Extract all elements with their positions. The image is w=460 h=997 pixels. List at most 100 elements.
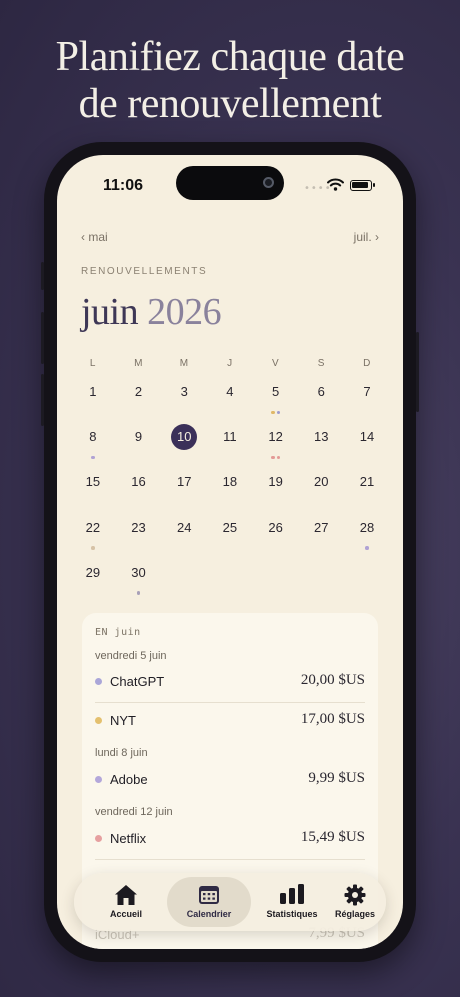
calendar-day[interactable]: 7 xyxy=(344,379,390,424)
home-icon xyxy=(115,885,137,905)
calendar-day[interactable]: 25 xyxy=(207,515,253,560)
renewal-dot xyxy=(365,546,369,550)
day-number: 7 xyxy=(363,384,371,399)
tab-calendrier[interactable]: Calendrier xyxy=(167,877,251,927)
day-number: 26 xyxy=(268,519,283,535)
calendar-day-selected[interactable]: 10 xyxy=(161,424,207,469)
month-navigation: ‹ mai juil. › xyxy=(81,230,379,246)
day-number: 19 xyxy=(268,474,283,490)
calendar-day[interactable]: 15 xyxy=(70,469,116,514)
renewal-markers xyxy=(298,454,344,458)
renewal-markers xyxy=(116,499,162,503)
calendar-day[interactable]: 1 xyxy=(70,379,116,424)
calendar-day[interactable]: 4 xyxy=(207,379,253,424)
calendar-day[interactable]: 20 xyxy=(298,469,344,514)
subscription-row-chatgpt[interactable]: ChatGPT 20,00 $US xyxy=(95,672,365,692)
calendar-day[interactable]: 9 xyxy=(116,424,162,469)
subscription-row-adobe[interactable]: Adobe 9,99 $US xyxy=(95,770,365,790)
day-number: 6 xyxy=(317,384,325,399)
headline-line-2: de renouvellement xyxy=(78,81,382,127)
calendar-day[interactable]: 6 xyxy=(298,379,344,424)
color-dot xyxy=(95,717,102,724)
renewal-dot xyxy=(271,410,275,414)
divider xyxy=(95,859,365,860)
app-screen: 11:06 •••• ‹ mai juil. › RENOUVELLEMENTS… xyxy=(57,155,403,949)
calendar-day[interactable]: 26 xyxy=(253,515,299,560)
group-date: vendredi 5 juin xyxy=(95,650,167,662)
renewal-dot xyxy=(271,455,275,460)
renewal-markers xyxy=(253,545,299,549)
subscription-name: ChatGPT xyxy=(110,674,165,689)
calendar-day[interactable]: 8 xyxy=(70,424,116,469)
subscription-row-nyt[interactable]: NYT 17,00 $US xyxy=(95,711,365,731)
prev-month-button[interactable]: ‹ mai xyxy=(81,230,108,244)
volume-up-button xyxy=(41,312,44,364)
day-number: 30 xyxy=(131,564,146,580)
renewal-markers xyxy=(70,499,116,503)
calendar-day[interactable]: 23 xyxy=(116,515,162,560)
subscription-row-netflix[interactable]: Netflix 15,49 $US xyxy=(95,829,365,849)
renewal-markers xyxy=(344,499,390,503)
calendar-day[interactable]: 11 xyxy=(207,424,253,469)
calendar-day[interactable]: 22 xyxy=(70,515,116,560)
battery-icon xyxy=(350,180,375,191)
day-number: 12 xyxy=(268,429,283,445)
subscription-name: Netflix xyxy=(110,831,147,846)
calendar-day[interactable]: 12 xyxy=(253,424,299,469)
weekday-label: M xyxy=(179,358,189,369)
calendar-day[interactable]: 27 xyxy=(298,515,344,560)
calendar-day[interactable]: 16 xyxy=(116,469,162,514)
calendar-day[interactable]: 28 xyxy=(344,515,390,560)
weekday-header: LMMJVSD xyxy=(70,358,390,369)
day-number: 25 xyxy=(222,519,238,535)
weekday-label: S xyxy=(317,358,325,369)
volume-down-button xyxy=(41,374,44,426)
day-number: 10 xyxy=(171,424,198,451)
day-number: 18 xyxy=(222,474,238,490)
wifi-icon xyxy=(327,178,344,191)
calendar-day[interactable]: 17 xyxy=(161,469,207,514)
renewal-markers xyxy=(207,499,253,503)
day-number: 14 xyxy=(359,429,375,445)
tab-reglages[interactable]: Réglages xyxy=(313,873,397,931)
calendar-day[interactable]: 24 xyxy=(161,515,207,560)
headline: Planifiez chaque date de renouvellement xyxy=(0,34,460,128)
calendar-day[interactable]: 14 xyxy=(344,424,390,469)
day-number: 23 xyxy=(131,519,146,535)
calendar-day[interactable]: 5 xyxy=(253,379,299,424)
day-number: 27 xyxy=(314,519,329,535)
subscription-name: NYT xyxy=(110,713,136,728)
calendar-day[interactable]: 30 xyxy=(116,560,162,605)
renewal-markers xyxy=(70,409,116,413)
tab-accueil[interactable]: Accueil xyxy=(84,873,168,931)
calendar-day[interactable]: 2 xyxy=(116,379,162,424)
subscription-price: 17,00 $US xyxy=(300,711,365,727)
calendar-day[interactable]: 21 xyxy=(344,469,390,514)
day-number: 13 xyxy=(314,429,329,445)
day-number: 3 xyxy=(180,384,188,399)
section-label: RENOUVELLEMENTS xyxy=(81,266,208,277)
calendar-day[interactable]: 3 xyxy=(161,379,207,424)
calendar-day[interactable]: 18 xyxy=(207,469,253,514)
weekday-label: M xyxy=(134,358,143,369)
tab-label: Accueil xyxy=(109,909,142,919)
calendar-day[interactable]: 19 xyxy=(253,469,299,514)
renewal-markers xyxy=(344,545,390,550)
group-date: vendredi 12 juin xyxy=(95,806,173,818)
next-month-button[interactable]: juil. › xyxy=(354,230,379,244)
renewal-markers xyxy=(253,454,299,460)
gear-icon xyxy=(344,884,366,906)
renewal-markers xyxy=(207,545,253,549)
day-number: 8 xyxy=(89,429,97,445)
renewal-markers xyxy=(116,409,162,413)
day-number: 1 xyxy=(89,384,97,399)
color-dot xyxy=(95,776,102,783)
calendar-day[interactable]: 29 xyxy=(70,560,116,605)
calendar-day[interactable]: 13 xyxy=(298,424,344,469)
tab-bar: Accueil Calendrier Statistiques Réglages xyxy=(74,873,386,931)
renewal-markers xyxy=(298,409,344,413)
renewal-markers xyxy=(70,545,116,550)
renewal-markers xyxy=(207,454,253,458)
day-number: 28 xyxy=(359,519,375,535)
renewal-dot xyxy=(276,410,281,414)
